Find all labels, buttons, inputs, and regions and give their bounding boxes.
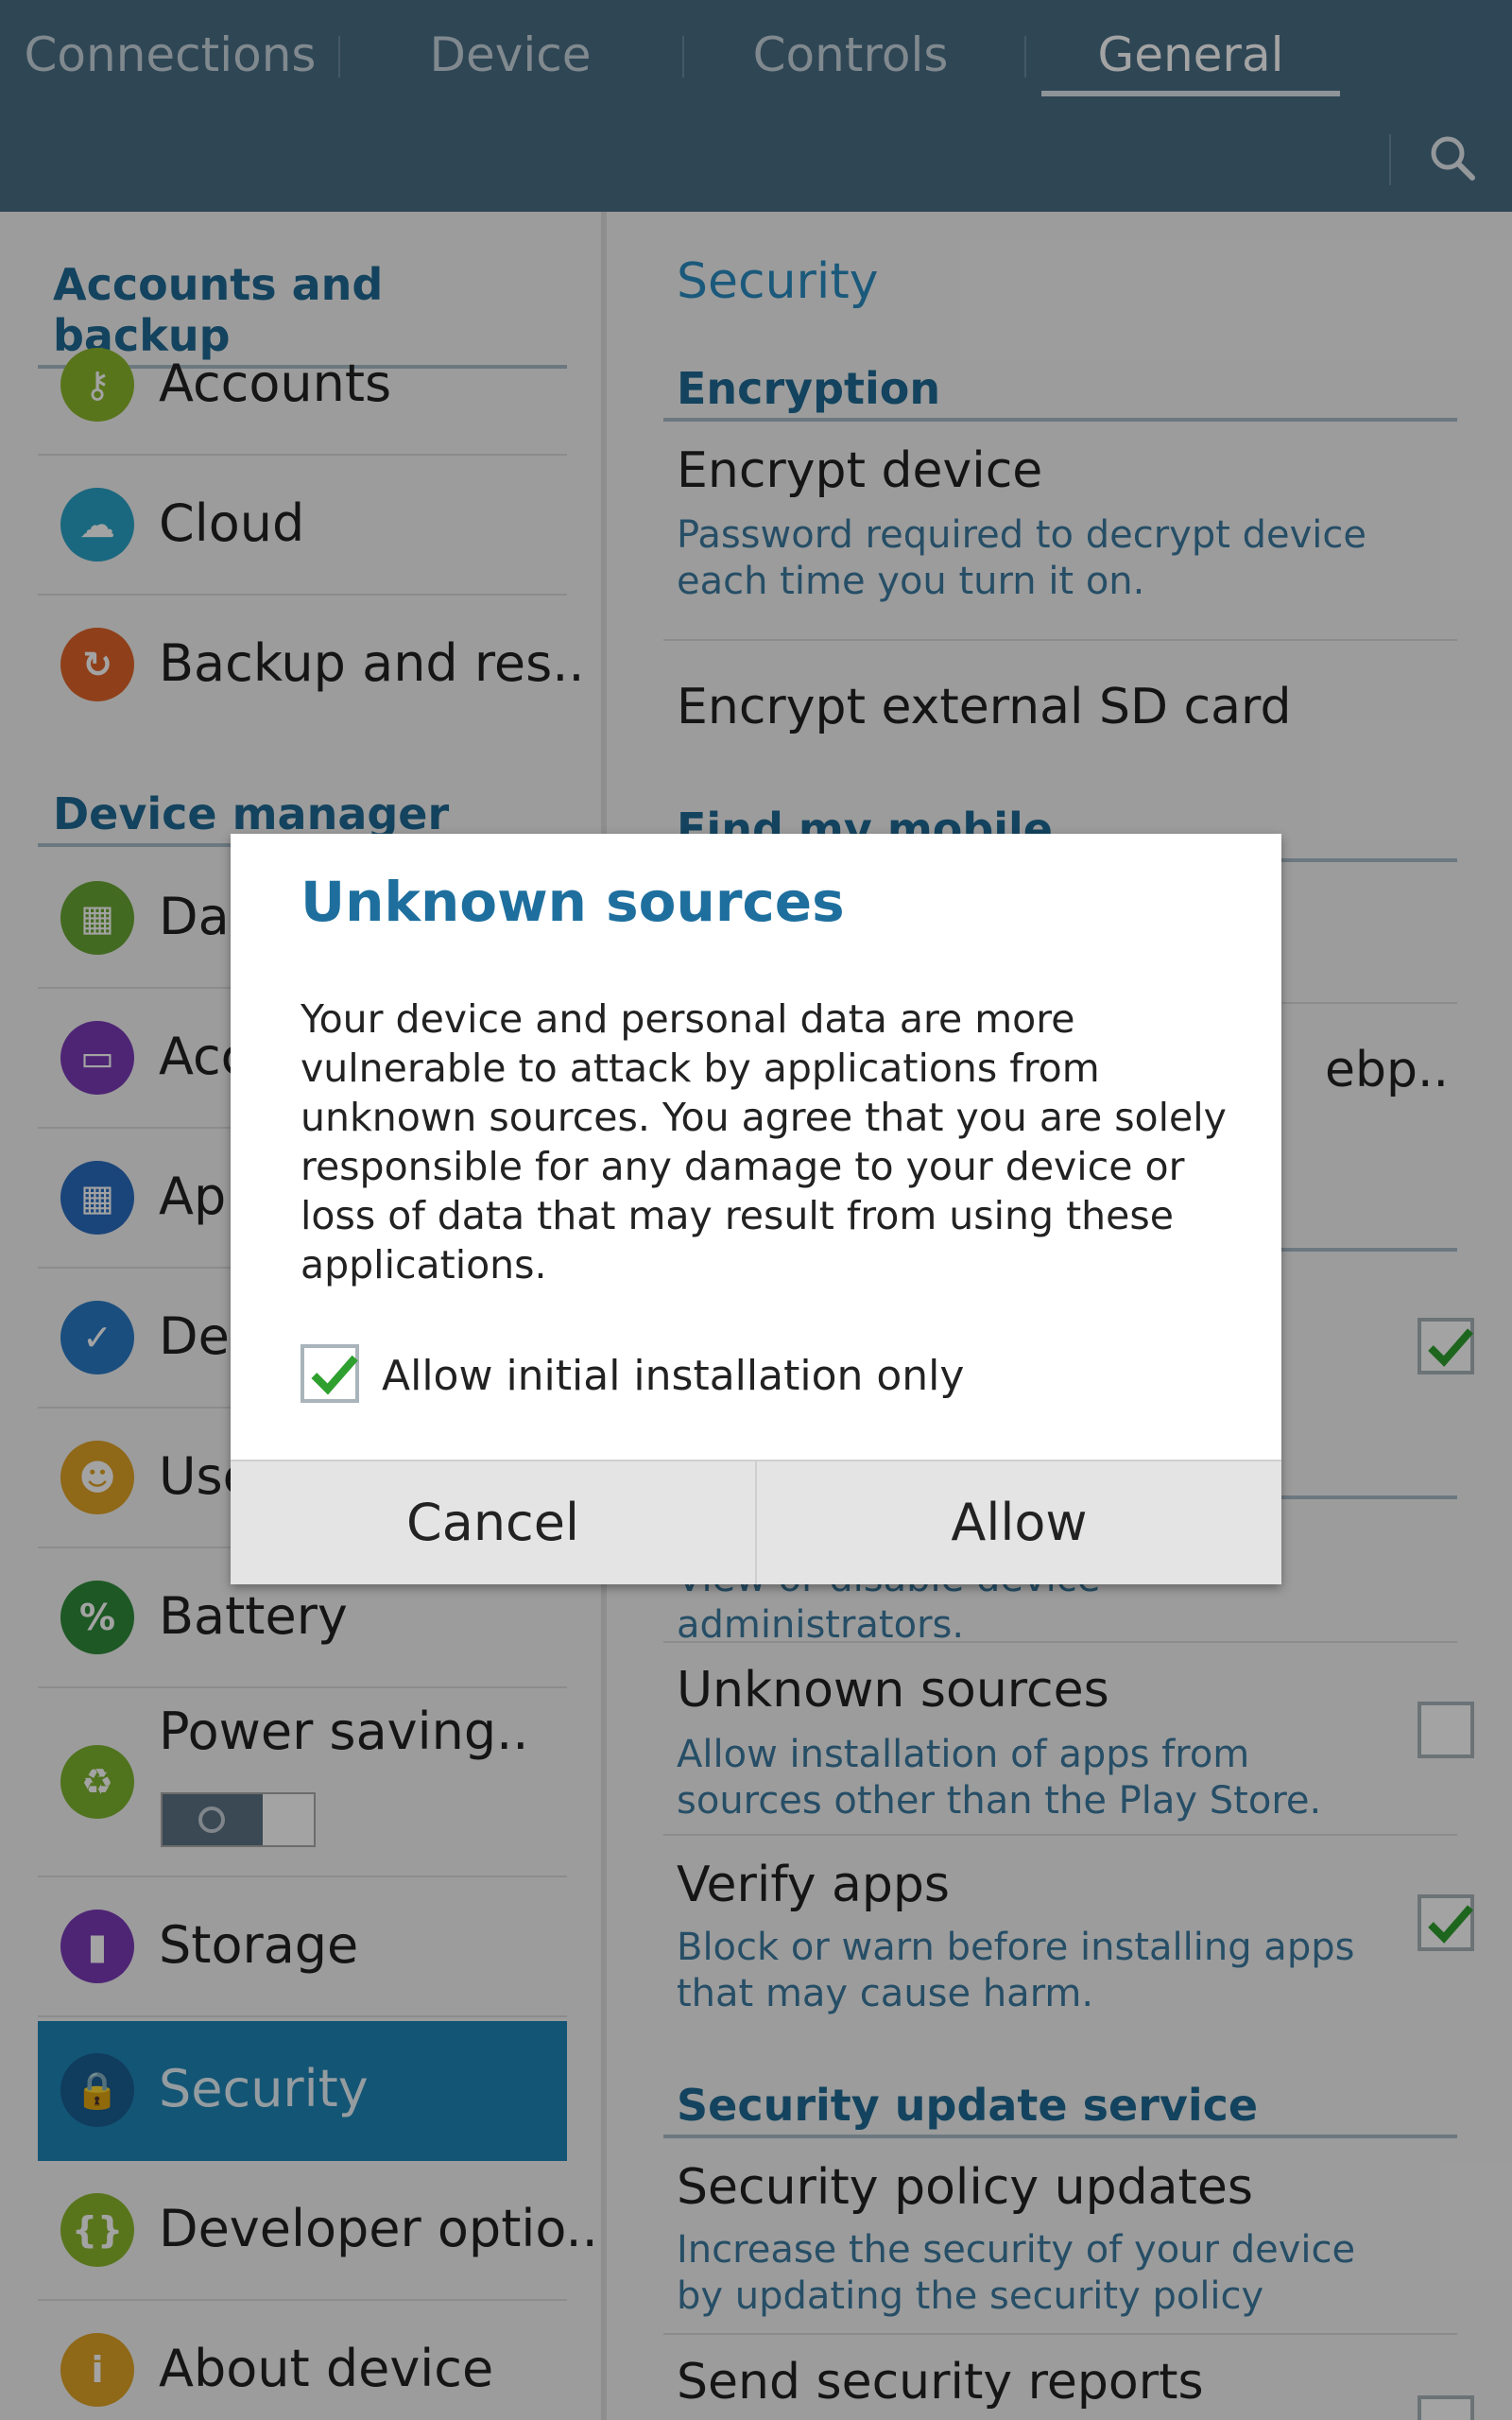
unknown-sources-dialog: Unknown sources Your device and personal… [231, 834, 1281, 1584]
allow-initial-installation-label[interactable]: Allow initial installation only [382, 1352, 964, 1400]
dialog-title: Unknown sources [301, 870, 845, 934]
allow-button[interactable]: Allow [757, 1461, 1281, 1584]
allow-initial-installation-checkbox[interactable] [301, 1344, 359, 1403]
dialog-message: Your device and personal data are more v… [301, 996, 1227, 1288]
cancel-button[interactable]: Cancel [231, 1461, 755, 1584]
dialog-button-bar: Cancel Allow [231, 1460, 1281, 1584]
